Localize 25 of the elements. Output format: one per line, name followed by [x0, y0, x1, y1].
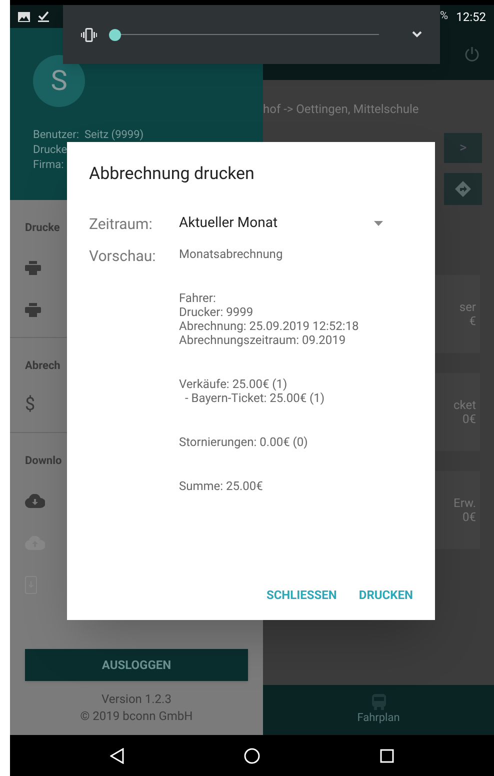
- user-info-text: Benutzer: Seitz (9999): [33, 127, 144, 142]
- field-label: Zeitraum:: [89, 214, 154, 234]
- user-info-text: Firma:: [33, 157, 64, 172]
- field-label: Vorschau:: [89, 246, 157, 267]
- copyright-text: © 2019 bconn GmbH: [80, 708, 193, 725]
- dialog-title: Abbrechnung drucken: [89, 163, 254, 186]
- preview-line: Abrechnung: 25.09.2019 12:52:18: [179, 319, 359, 333]
- preview-line: Drucker: 9999: [179, 305, 254, 319]
- preview-line: - Bayern-Ticket: 25.00€ (1): [184, 391, 325, 405]
- user-info-text: Drucke: [33, 142, 68, 157]
- section-title: Abrech: [25, 358, 60, 374]
- section-title: Drucke: [25, 220, 60, 236]
- version-text: Version 1.2.3: [102, 691, 172, 708]
- preview-line: Fahrer:: [179, 291, 216, 305]
- preview-line: Monatsabrechnung: [179, 247, 283, 261]
- preview-line: Abrechnungszeitraum: 09.2019: [179, 333, 346, 347]
- avatar: S: [33, 55, 85, 107]
- clock-time: 12:52: [456, 8, 486, 26]
- section-title: Downlo: [25, 453, 62, 469]
- preview-line: Verkäufe: 25.00€ (1): [179, 377, 288, 391]
- route-text: hof -> Oettingen, Mittelschule: [263, 101, 419, 118]
- preview-line: Summe: 25.00€: [179, 479, 263, 493]
- battery-text: %: [440, 8, 448, 24]
- preview-line: Stornierungen: 0.00€ (0): [179, 435, 308, 449]
- ticket-text: €: [469, 314, 476, 328]
